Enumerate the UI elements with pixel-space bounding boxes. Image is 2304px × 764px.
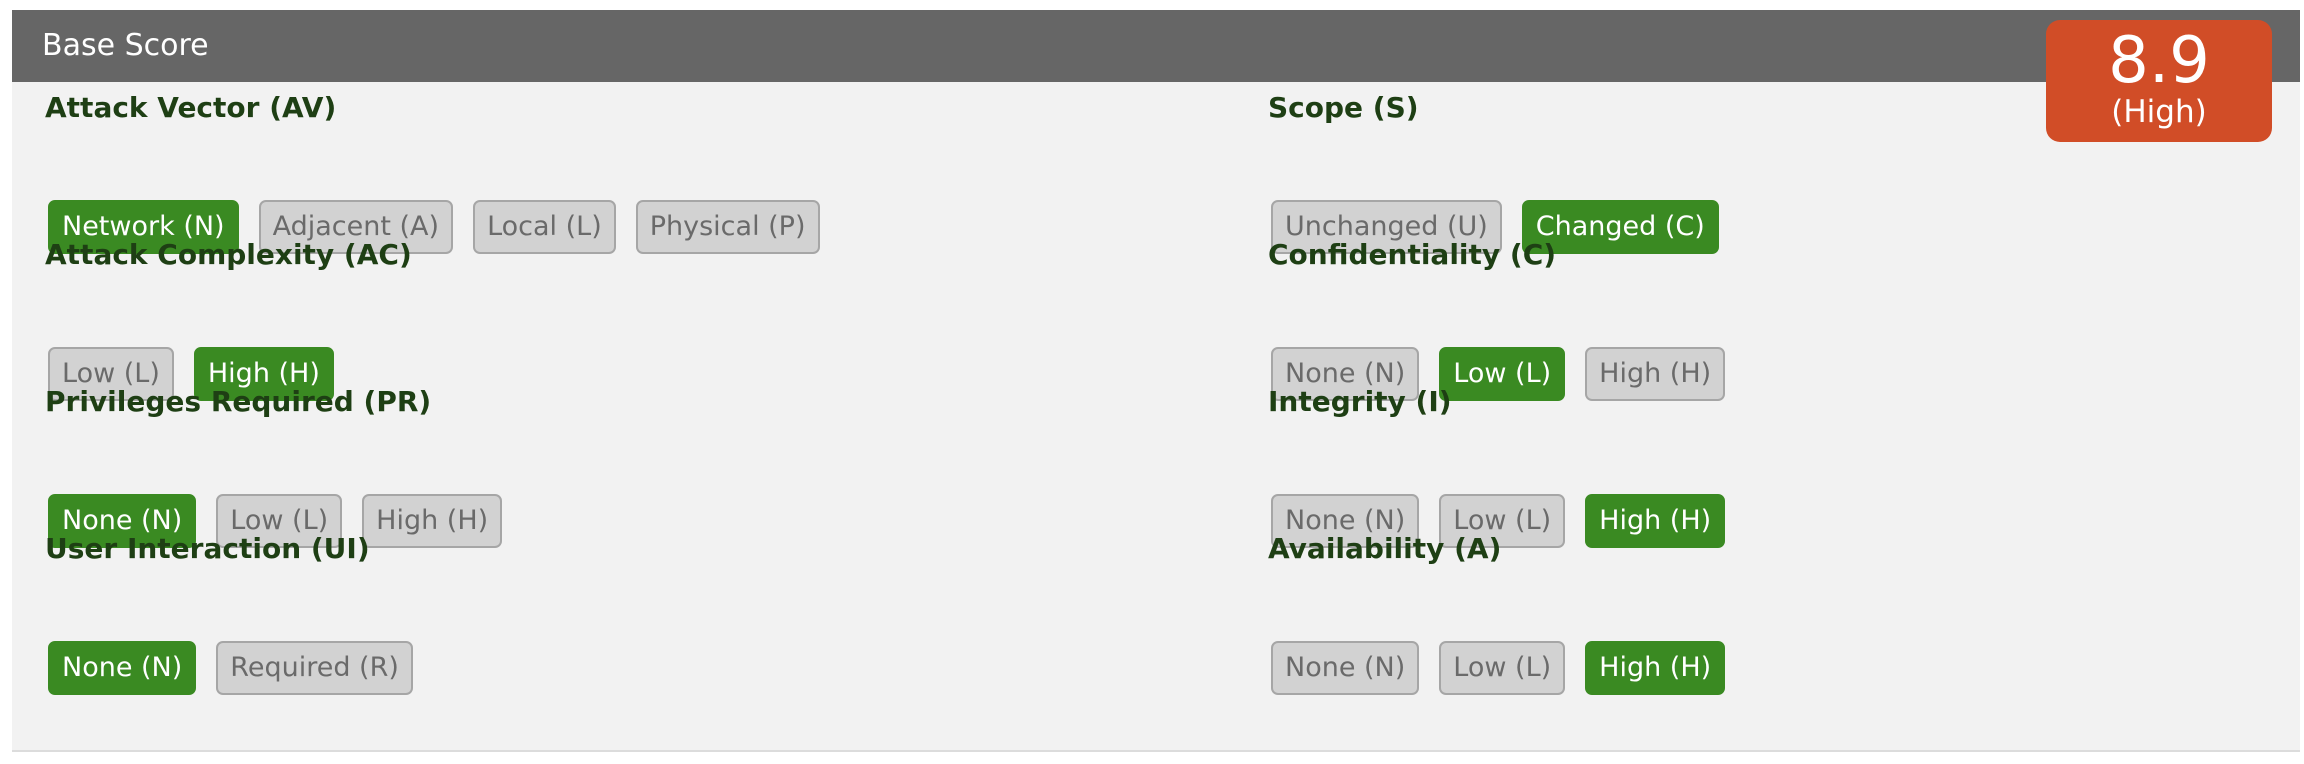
a-option-low[interactable]: Low (L) (1439, 641, 1566, 695)
score-severity: (High) (2111, 94, 2207, 130)
c-option-low[interactable]: Low (L) (1439, 347, 1566, 401)
user-interaction-options: None (N) Required (R) (48, 641, 413, 695)
score-value: 8.9 (2108, 24, 2210, 98)
confidentiality-title: Confidentiality (C) (1268, 238, 1557, 271)
privileges-required-title: Privileges Required (PR) (45, 385, 432, 418)
i-option-high[interactable]: High (H) (1585, 494, 1726, 548)
integrity-title: Integrity (I) (1268, 385, 1452, 418)
c-option-high[interactable]: High (H) (1585, 347, 1726, 401)
panel-title: Base Score (42, 28, 209, 63)
a-option-none[interactable]: None (N) (1271, 641, 1420, 695)
av-option-physical[interactable]: Physical (P) (635, 200, 820, 254)
av-option-local[interactable]: Local (L) (473, 200, 616, 254)
ui-option-none[interactable]: None (N) (48, 641, 197, 695)
attack-complexity-title: Attack Complexity (AC) (45, 238, 412, 271)
availability-title: Availability (A) (1268, 532, 1502, 565)
base-score-panel: Base Score 8.9 (High) Attack Vector (AV)… (12, 10, 2300, 752)
availability-options: None (N) Low (L) High (H) (1271, 641, 1726, 695)
score-badge: 8.9 (High) (2046, 20, 2272, 142)
pr-option-high[interactable]: High (H) (362, 494, 503, 548)
scope-title: Scope (S) (1268, 91, 1419, 124)
a-option-high[interactable]: High (H) (1585, 641, 1726, 695)
panel-header: Base Score (12, 10, 2300, 82)
attack-vector-title: Attack Vector (AV) (45, 91, 337, 124)
user-interaction-title: User Interaction (UI) (45, 532, 370, 565)
ui-option-required[interactable]: Required (R) (216, 641, 413, 695)
